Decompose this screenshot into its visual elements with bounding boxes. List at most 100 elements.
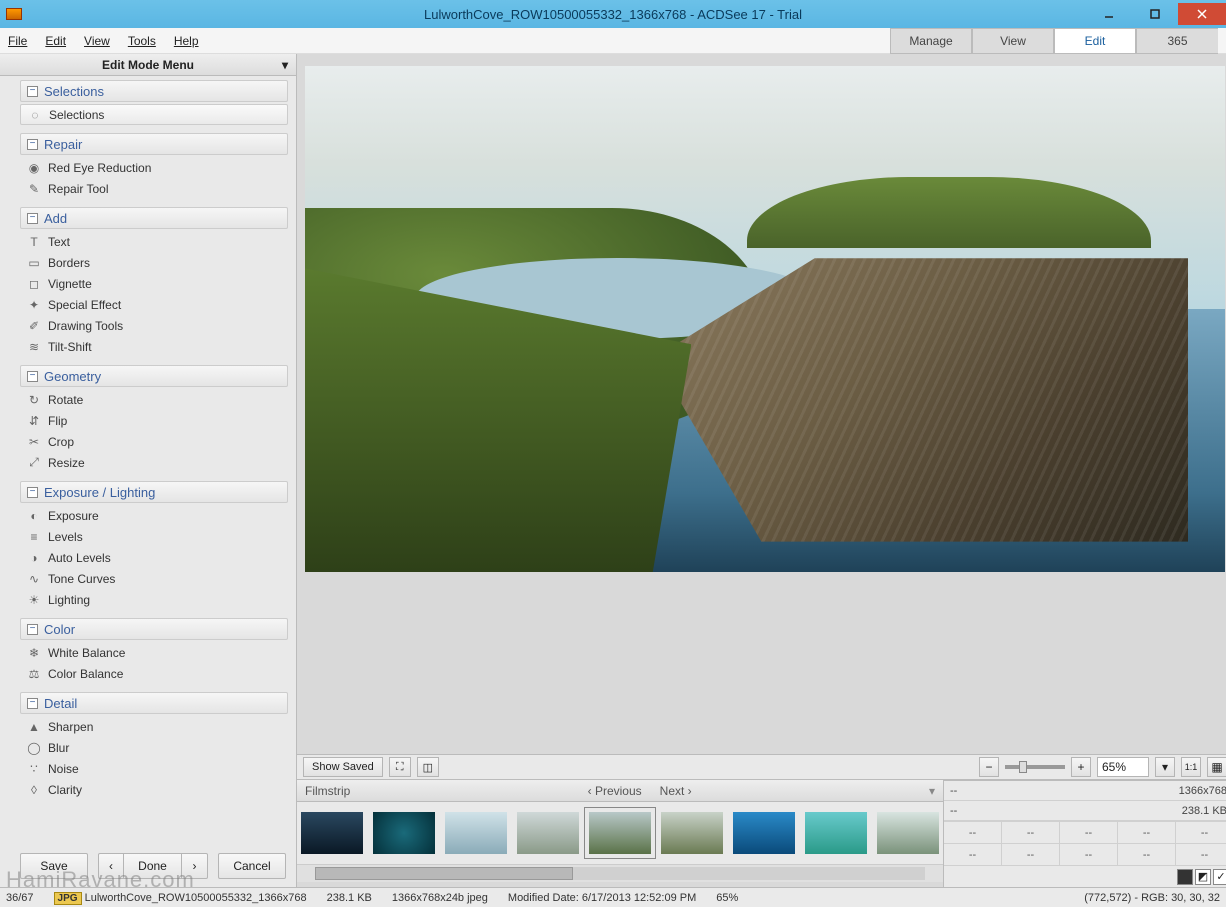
- tool-auto-levels[interactable]: ◑Auto Levels: [20, 547, 288, 568]
- tool-sharpen[interactable]: ▲Sharpen: [20, 716, 288, 737]
- thumbnail[interactable]: [373, 812, 435, 854]
- thumbnail[interactable]: [733, 812, 795, 854]
- filmstrip-scrollbar[interactable]: [297, 864, 943, 882]
- property-cell[interactable]: --: [1002, 822, 1060, 843]
- collapse-icon: −: [27, 698, 38, 709]
- group-header-detail[interactable]: −Detail: [20, 692, 288, 714]
- thumbnail[interactable]: [661, 812, 723, 854]
- menu-view[interactable]: View: [84, 34, 110, 48]
- overlay-toggle-1[interactable]: [1177, 869, 1193, 885]
- rotate-icon: ↻: [26, 392, 42, 408]
- tool-label: Tilt-Shift: [48, 340, 92, 354]
- zoom-in-button[interactable]: +: [1071, 757, 1091, 777]
- tool-levels[interactable]: ≡Levels: [20, 526, 288, 547]
- thumbnail[interactable]: [877, 812, 939, 854]
- tool-label: Crop: [48, 435, 74, 449]
- tool-label: Auto Levels: [48, 551, 111, 565]
- tool-clarity[interactable]: ◊Clarity: [20, 779, 288, 800]
- tool-lighting[interactable]: ☀Lighting: [20, 589, 288, 610]
- tool-repair-tool[interactable]: ✎Repair Tool: [20, 178, 288, 199]
- zoom-slider[interactable]: [1005, 765, 1065, 769]
- tool-exposure[interactable]: ◐Exposure: [20, 505, 288, 526]
- tool-tilt-shift[interactable]: ≋Tilt-Shift: [20, 336, 288, 357]
- group-title: Selections: [44, 84, 104, 99]
- group-header-exposure-lighting[interactable]: −Exposure / Lighting: [20, 481, 288, 503]
- mode-365[interactable]: 365: [1136, 28, 1218, 54]
- tool-white-balance[interactable]: ❄White Balance: [20, 642, 288, 663]
- overlay-toggle-2[interactable]: ◩: [1195, 869, 1211, 885]
- tool-color-balance[interactable]: ⚖Color Balance: [20, 663, 288, 684]
- flip-icon: ⇵: [26, 413, 42, 429]
- tool-noise[interactable]: ∵Noise: [20, 758, 288, 779]
- property-cell[interactable]: --: [1002, 844, 1060, 865]
- thumbnail[interactable]: [445, 812, 507, 854]
- group-header-selections[interactable]: −Selections: [20, 80, 288, 102]
- tool-resize[interactable]: ⤢Resize: [20, 452, 288, 473]
- tool-crop[interactable]: ✂Crop: [20, 431, 288, 452]
- fit-icon[interactable]: ⛶: [389, 757, 411, 777]
- image-canvas[interactable]: [297, 54, 1226, 754]
- property-cell[interactable]: --: [1060, 822, 1118, 843]
- next-button[interactable]: ›: [182, 853, 208, 879]
- filmstrip-collapse-icon[interactable]: ▾: [929, 784, 935, 798]
- cancel-button[interactable]: Cancel: [218, 853, 286, 879]
- property-cell[interactable]: --: [1176, 822, 1226, 843]
- tool-vignette[interactable]: ◻Vignette: [20, 273, 288, 294]
- prev-button[interactable]: ‹: [98, 853, 124, 879]
- zoom-out-button[interactable]: −: [979, 757, 999, 777]
- tool-borders[interactable]: ▭Borders: [20, 252, 288, 273]
- menu-file[interactable]: File: [8, 34, 27, 48]
- mode-view[interactable]: View: [972, 28, 1054, 54]
- thumbnail[interactable]: [805, 812, 867, 854]
- resize-icon: ⤢: [26, 455, 42, 471]
- property-cell[interactable]: --: [1060, 844, 1118, 865]
- tool-flip[interactable]: ⇵Flip: [20, 410, 288, 431]
- property-cell[interactable]: --: [1118, 844, 1176, 865]
- status-format: 1366x768x24b jpeg: [392, 892, 488, 904]
- show-saved-button[interactable]: Show Saved: [303, 757, 383, 777]
- filmstrip-next[interactable]: Next ›: [660, 784, 692, 798]
- thumbnail[interactable]: [517, 812, 579, 854]
- mode-manage[interactable]: Manage: [890, 28, 972, 54]
- edit-mode-menu-header[interactable]: Edit Mode Menu ▾: [0, 54, 296, 76]
- save-button[interactable]: Save: [20, 853, 88, 879]
- thumbnail[interactable]: [301, 812, 363, 854]
- group-header-geometry[interactable]: −Geometry: [20, 365, 288, 387]
- tool-drawing-tools[interactable]: ✐Drawing Tools: [20, 315, 288, 336]
- navigator-icon[interactable]: ▦: [1207, 757, 1226, 777]
- minimize-button[interactable]: [1086, 3, 1132, 25]
- one-to-one-icon[interactable]: 1:1: [1181, 757, 1201, 777]
- group-title: Color: [44, 622, 75, 637]
- status-pixel-info: (772,572) - RGB: 30, 30, 32: [1084, 892, 1220, 904]
- menu-help[interactable]: Help: [174, 34, 199, 48]
- tool-selections[interactable]: ◌Selections: [20, 104, 288, 125]
- thumbnail-selected[interactable]: [589, 812, 651, 854]
- drawing-tools-icon: ✐: [26, 318, 42, 334]
- menu-tools[interactable]: Tools: [128, 34, 156, 48]
- property-cell[interactable]: --: [1176, 844, 1226, 865]
- tool-tone-curves[interactable]: ∿Tone Curves: [20, 568, 288, 589]
- menu-edit[interactable]: Edit: [45, 34, 66, 48]
- group-header-repair[interactable]: −Repair: [20, 133, 288, 155]
- property-cell[interactable]: --: [1118, 822, 1176, 843]
- zoom-value[interactable]: 65%: [1097, 757, 1149, 777]
- close-button[interactable]: [1178, 3, 1226, 25]
- group-title: Add: [44, 211, 67, 226]
- tool-red-eye-reduction[interactable]: ◉Red Eye Reduction: [20, 157, 288, 178]
- tool-special-effect[interactable]: ✦Special Effect: [20, 294, 288, 315]
- group-header-color[interactable]: −Color: [20, 618, 288, 640]
- property-cell[interactable]: --: [944, 822, 1002, 843]
- actual-size-icon[interactable]: ◫: [417, 757, 439, 777]
- mode-edit[interactable]: Edit: [1054, 28, 1136, 54]
- property-cell[interactable]: --: [944, 844, 1002, 865]
- tool-blur[interactable]: ◯Blur: [20, 737, 288, 758]
- tool-text[interactable]: TText: [20, 231, 288, 252]
- zoom-dropdown[interactable]: ▾: [1155, 757, 1175, 777]
- group-header-add[interactable]: −Add: [20, 207, 288, 229]
- filmstrip-prev[interactable]: ‹ Previous: [588, 784, 642, 798]
- overlay-toggle-3[interactable]: ✓: [1213, 869, 1226, 885]
- done-button[interactable]: Done: [124, 853, 182, 879]
- tool-label: Lighting: [48, 593, 90, 607]
- maximize-button[interactable]: [1132, 3, 1178, 25]
- tool-rotate[interactable]: ↻Rotate: [20, 389, 288, 410]
